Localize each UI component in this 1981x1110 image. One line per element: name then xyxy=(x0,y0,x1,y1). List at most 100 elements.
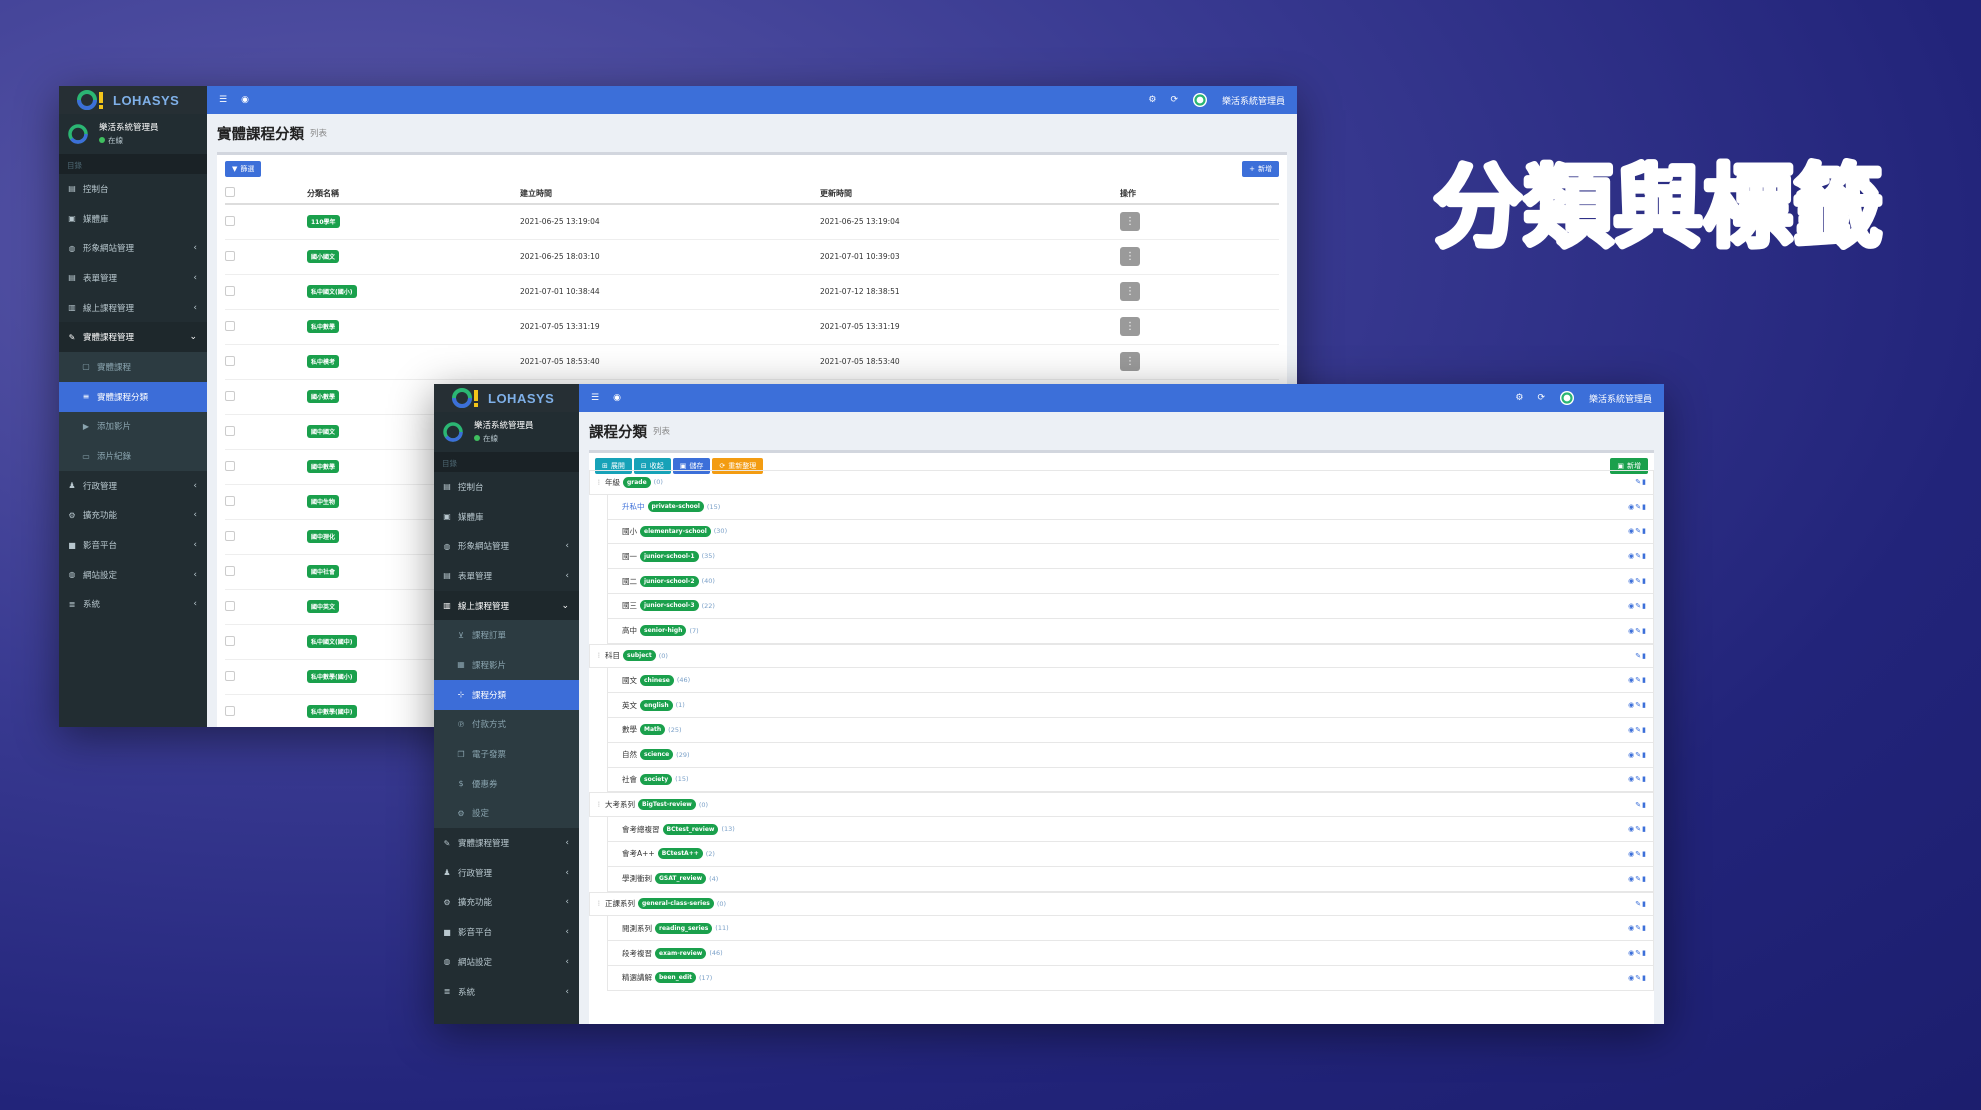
select-all-checkbox[interactable] xyxy=(225,187,235,197)
delete-icon[interactable]: ▮ xyxy=(1642,949,1647,957)
sidebar-item[interactable]: ≣ 系統 ‹ xyxy=(434,977,579,1007)
more-actions-button[interactable]: ⋮ xyxy=(1120,247,1140,266)
tree-item[interactable]: 閱測系列 reading_series (11) ◉✎▮ xyxy=(607,916,1654,942)
sidebar-item[interactable]: ■ 影音平台 ‹ xyxy=(59,530,207,560)
delete-icon[interactable]: ▮ xyxy=(1642,850,1647,858)
sidebar-item[interactable]: ▢ 實體課程 xyxy=(59,352,207,382)
row-checkbox[interactable] xyxy=(225,320,235,331)
more-actions-button[interactable]: ⋮ xyxy=(1120,282,1140,301)
tree-item[interactable]: 國文 chinese (46) ◉✎▮ xyxy=(607,668,1654,694)
sidebar-item[interactable]: ▤ 控制台 xyxy=(434,472,579,502)
sidebar-item[interactable]: ▤ 表單管理 ‹ xyxy=(434,561,579,591)
delete-icon[interactable]: ▮ xyxy=(1642,627,1647,635)
row-checkbox[interactable] xyxy=(225,285,235,296)
sidebar-item[interactable]: ⚙ 擴充功能 ‹ xyxy=(59,501,207,531)
col-name[interactable]: 分類名稱 xyxy=(307,183,520,205)
sidebar-item[interactable]: ▤ 表單管理 ‹ xyxy=(59,263,207,293)
delete-icon[interactable]: ▮ xyxy=(1642,924,1647,932)
table-row[interactable]: 私中數學 2021-07-05 13:31:19 2021-07-05 13:31:… xyxy=(225,308,1279,344)
delete-icon[interactable]: ▮ xyxy=(1642,676,1647,684)
tree-item[interactable]: 國二 junior-school-2 (40) ◉✎▮ xyxy=(607,569,1654,594)
user-avatar-icon[interactable] xyxy=(1559,390,1575,406)
sidebar-item[interactable]: ≡ 實體課程分類 xyxy=(59,381,207,412)
row-checkbox[interactable] xyxy=(225,390,235,401)
delete-icon[interactable]: ▮ xyxy=(1642,900,1647,908)
row-checkbox[interactable] xyxy=(225,425,235,436)
tree-item[interactable]: 國一 junior-school-1 (35) ◉✎▮ xyxy=(607,544,1654,570)
globe-icon[interactable]: ◉ xyxy=(613,393,621,403)
sidebar-item[interactable]: ▥ 線上課程管理 ⌄ xyxy=(434,590,579,621)
row-checkbox[interactable] xyxy=(225,495,235,506)
sidebar-item[interactable]: ▣ 媒體庫 xyxy=(59,204,207,234)
sidebar-item[interactable]: ℗ 付款方式 xyxy=(434,709,579,740)
table-row[interactable]: 私中模考 2021-07-05 18:53:40 2021-07-05 18:53:… xyxy=(225,343,1279,379)
delete-icon[interactable]: ▮ xyxy=(1642,652,1647,660)
drag-handle-icon[interactable]: ⋮ xyxy=(596,479,602,486)
brand-logo[interactable]: LOHASYS xyxy=(434,384,579,412)
col-updated[interactable]: 更新時間 xyxy=(820,183,1120,205)
sidebar-item[interactable]: ▦ 課程影片 xyxy=(434,650,579,680)
navbar-user-name[interactable]: 樂活系統管理員 xyxy=(1589,392,1652,405)
more-actions-button[interactable]: ⋮ xyxy=(1120,317,1140,336)
sidebar-item[interactable]: ◍ 網站設定 ‹ xyxy=(59,560,207,590)
tree-item[interactable]: 數學 Math (25) ◉✎▮ xyxy=(607,717,1654,743)
delete-icon[interactable]: ▮ xyxy=(1642,602,1647,610)
more-actions-button[interactable]: ⋮ xyxy=(1120,352,1140,371)
refresh-icon[interactable]: ⟳ xyxy=(1170,95,1178,105)
sidebar-item[interactable]: ✎ 實體課程管理 ‹ xyxy=(434,828,579,858)
navbar-user-name[interactable]: 樂活系統管理員 xyxy=(1222,94,1285,107)
sidebar-item[interactable]: ⚙ 設定 xyxy=(434,798,579,829)
tree-category[interactable]: ⋮ 科目 subject (0) ✎▮ xyxy=(589,643,1654,669)
sidebar-item[interactable]: ◍ 網站設定 ‹ xyxy=(434,947,579,977)
sidebar-item[interactable]: ✎ 實體課程管理 ⌄ xyxy=(59,322,207,353)
tree-item[interactable]: 自然 science (29) ◉✎▮ xyxy=(607,742,1654,768)
sidebar-item[interactable]: ◍ 形象網站管理 ‹ xyxy=(434,531,579,561)
tree-item[interactable]: 國三 junior-school-3 (22) ◉✎▮ xyxy=(607,593,1654,619)
tree-item[interactable]: 會考總複習 BCtest_review (13) ◉✎▮ xyxy=(607,817,1654,842)
delete-icon[interactable]: ▮ xyxy=(1642,478,1647,486)
tree-category[interactable]: ⋮ 年級 grade (0) ✎▮ xyxy=(589,470,1654,495)
drag-handle-icon[interactable]: ⋮ xyxy=(596,801,602,808)
drag-handle-icon[interactable]: ⋮ xyxy=(596,652,602,659)
filter-button[interactable]: ▼ 篩選 xyxy=(225,161,262,177)
sidebar-item[interactable]: ▥ 線上課程管理 ‹ xyxy=(59,293,207,323)
tree-item[interactable]: 段考複習 exam-review (46) ◉✎▮ xyxy=(607,941,1654,966)
sidebar-item[interactable]: ▶ 添加影片 xyxy=(59,411,207,442)
delete-icon[interactable]: ▮ xyxy=(1642,726,1647,734)
sidebar-item[interactable]: ⚙ 擴充功能 ‹ xyxy=(434,888,579,918)
row-checkbox[interactable] xyxy=(225,530,235,541)
hamburger-icon[interactable]: ☰ xyxy=(219,95,227,105)
delete-icon[interactable]: ▮ xyxy=(1642,801,1647,809)
delete-icon[interactable]: ▮ xyxy=(1642,751,1647,759)
row-checkbox[interactable] xyxy=(225,355,235,366)
sidebar-item[interactable]: ⊹ 課程分類 xyxy=(434,679,579,710)
row-checkbox[interactable] xyxy=(225,215,235,226)
sidebar-item[interactable]: ❐ 電子發票 xyxy=(434,739,579,769)
delete-icon[interactable]: ▮ xyxy=(1642,527,1647,535)
hamburger-icon[interactable]: ☰ xyxy=(591,393,599,403)
add-button[interactable]: + 新增 xyxy=(1242,161,1279,177)
sidebar-item[interactable]: ⊻ 課程訂單 xyxy=(434,620,579,651)
delete-icon[interactable]: ▮ xyxy=(1642,875,1647,883)
globe-icon[interactable]: ◉ xyxy=(241,95,249,105)
row-checkbox[interactable] xyxy=(225,250,235,261)
sidebar-item[interactable]: ♟ 行政管理 ‹ xyxy=(59,471,207,501)
delete-icon[interactable]: ▮ xyxy=(1642,825,1647,833)
tree-item[interactable]: 會考A++ BCtestA++ (2) ◉✎▮ xyxy=(607,841,1654,867)
delete-icon[interactable]: ▮ xyxy=(1642,775,1647,783)
tree-category[interactable]: ⋮ 大考系列 BigTest-review (0) ✎▮ xyxy=(589,792,1654,818)
tree-item[interactable]: 國小 elementary-school (30) ◉✎▮ xyxy=(607,519,1654,545)
sidebar-item[interactable]: ◍ 形象網站管理 ‹ xyxy=(59,233,207,263)
tree-item[interactable]: 社會 society (15) ◉✎▮ xyxy=(607,767,1654,793)
drag-handle-icon[interactable]: ⋮ xyxy=(596,900,602,907)
col-created[interactable]: 建立時間 xyxy=(520,183,820,205)
user-avatar-icon[interactable] xyxy=(1192,92,1208,108)
tree-category[interactable]: ⋮ 正課系列 general-class-series (0) ✎▮ xyxy=(589,891,1654,917)
sidebar-item[interactable]: ■ 影音平台 ‹ xyxy=(434,917,579,947)
table-row[interactable]: 私中國文(國小) 2021-07-01 10:38:44 2021-07-12 18… xyxy=(225,273,1279,309)
delete-icon[interactable]: ▮ xyxy=(1642,552,1647,560)
sidebar-item[interactable]: ▣ 媒體庫 xyxy=(434,502,579,532)
brand-logo[interactable]: LOHASYS xyxy=(59,86,207,114)
row-checkbox[interactable] xyxy=(225,460,235,471)
tree-item[interactable]: 精選講解 been_edit (17) ◉✎▮ xyxy=(607,965,1654,991)
